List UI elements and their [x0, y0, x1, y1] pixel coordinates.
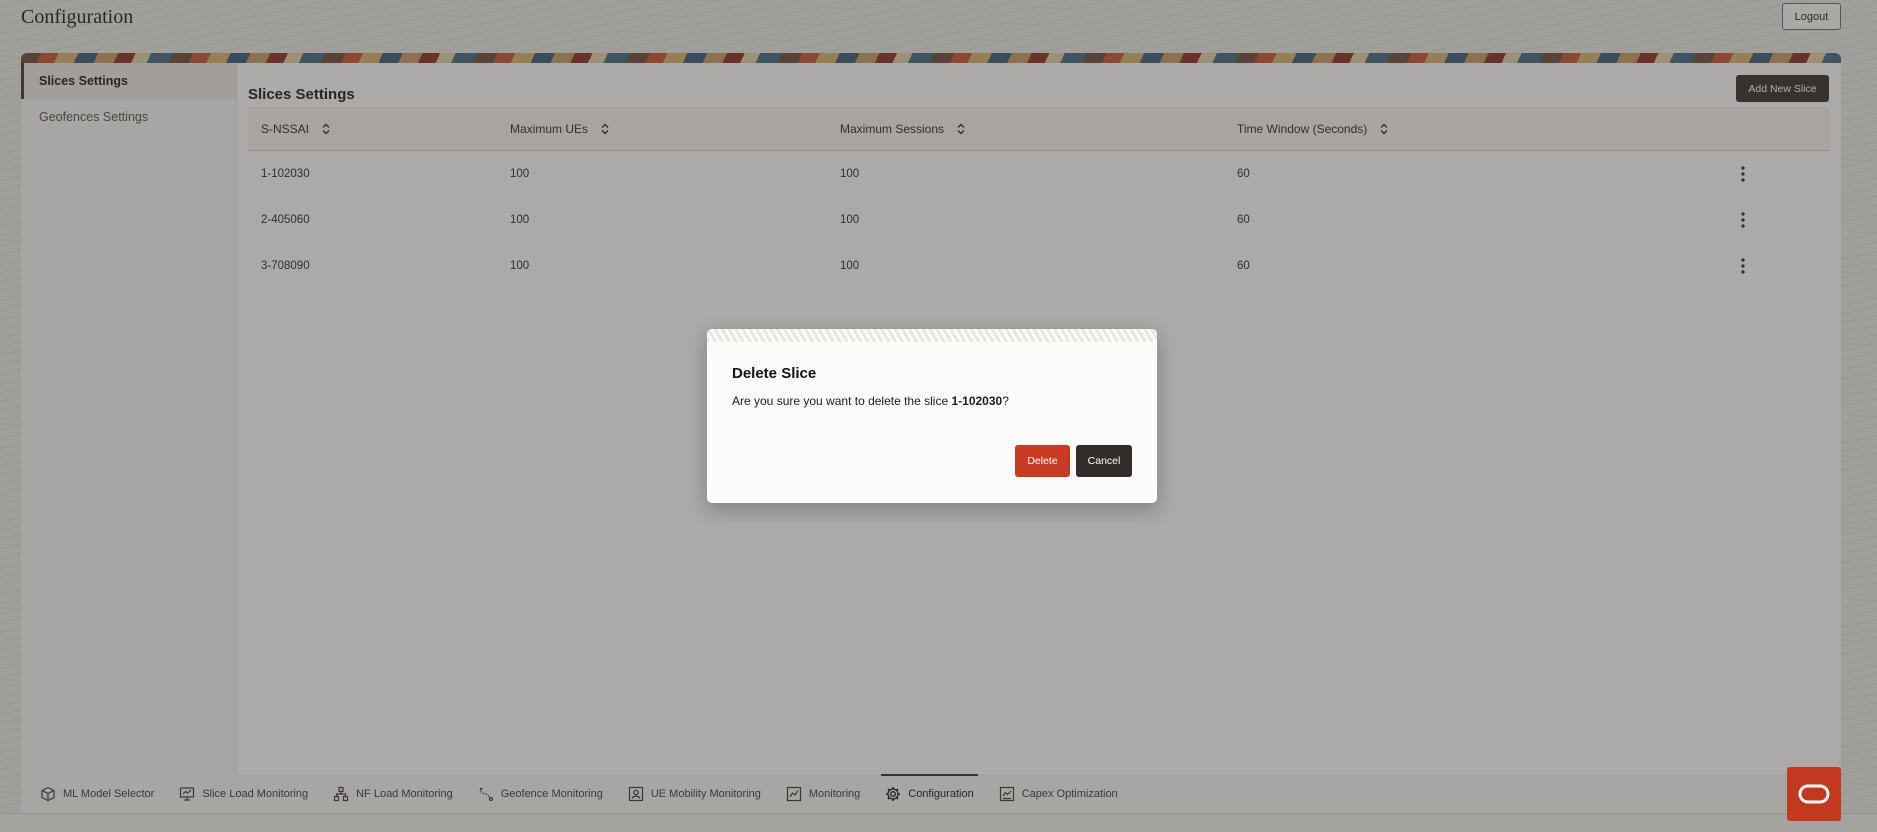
delete-slice-dialog: Delete Slice Are you sure you want to de…	[707, 329, 1157, 503]
dialog-message: Are you sure you want to delete the slic…	[732, 394, 1009, 408]
dialog-title: Delete Slice	[732, 365, 817, 382]
delete-button[interactable]: Delete	[1015, 445, 1070, 477]
dialog-decor-strip	[707, 329, 1157, 342]
oracle-logo-button[interactable]	[1787, 767, 1841, 821]
oracle-logo-icon	[1798, 784, 1830, 804]
dialog-slice-id: 1-102030	[951, 394, 1003, 408]
cancel-button[interactable]: Cancel	[1076, 445, 1132, 477]
